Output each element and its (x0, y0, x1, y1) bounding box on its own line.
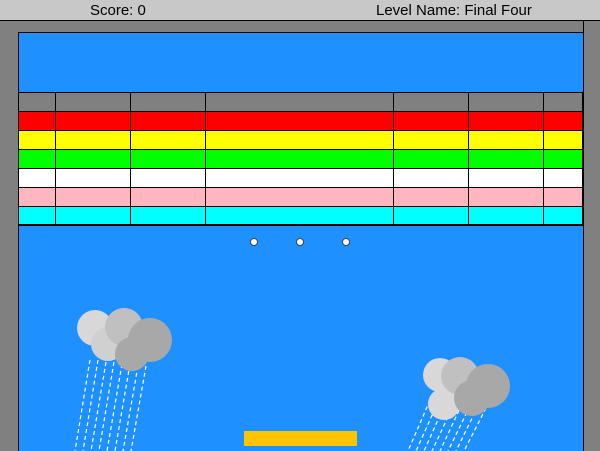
ball (250, 238, 258, 246)
rain-cloud-left (74, 308, 172, 451)
brick-cyan (56, 207, 131, 226)
brick-pink (544, 188, 583, 207)
brick-gray (469, 93, 544, 112)
brick-red (469, 112, 544, 131)
brick-yellow (469, 131, 544, 150)
brick-yellow (206, 131, 394, 150)
brick-green (56, 150, 131, 169)
brick-cyan (18, 207, 56, 226)
brick-red (544, 112, 583, 131)
brick-red (131, 112, 206, 131)
brick-pink (131, 188, 206, 207)
ball (342, 238, 350, 246)
brick-red (394, 112, 469, 131)
brick-white (56, 169, 131, 188)
brick-pink (394, 188, 469, 207)
brick-cyan (394, 207, 469, 226)
brick-white (131, 169, 206, 188)
brick-pink (18, 188, 56, 207)
brick-gray (18, 93, 56, 112)
brick-yellow (18, 131, 56, 150)
brick-white (469, 169, 544, 188)
brick-yellow (394, 131, 469, 150)
brick-white (206, 169, 394, 188)
brick-green (206, 150, 394, 169)
rain-cloud-right (407, 357, 510, 451)
brick-cyan (544, 207, 583, 226)
brick-gray (206, 93, 394, 112)
brick-cyan (469, 207, 544, 226)
brick-green (394, 150, 469, 169)
brick-green (18, 150, 56, 169)
brick-white (18, 169, 56, 188)
brick-pink (56, 188, 131, 207)
brick-pink (206, 188, 394, 207)
brick-yellow (56, 131, 131, 150)
brick-white (394, 169, 469, 188)
brick-white (544, 169, 583, 188)
brick-pink (469, 188, 544, 207)
brick-gray (394, 93, 469, 112)
brick-gray (56, 93, 131, 112)
paddle[interactable] (244, 431, 357, 446)
brick-green (469, 150, 544, 169)
brick-cyan (206, 207, 394, 226)
ball (296, 238, 304, 246)
brick-gray (544, 93, 583, 112)
brick-red (206, 112, 394, 131)
brick-yellow (131, 131, 206, 150)
brick-red (56, 112, 131, 131)
brick-yellow (544, 131, 583, 150)
brick-gray (131, 93, 206, 112)
brick-green (131, 150, 206, 169)
brick-cyan (131, 207, 206, 226)
brick-red (18, 112, 56, 131)
brick-green (544, 150, 583, 169)
